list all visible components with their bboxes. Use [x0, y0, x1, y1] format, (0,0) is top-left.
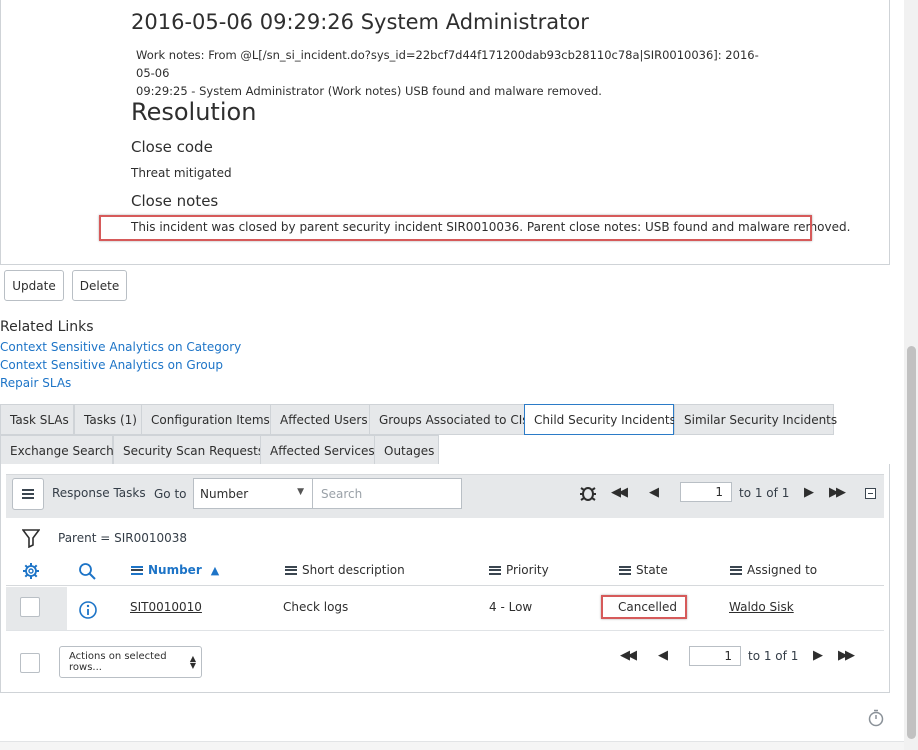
- prev-page-icon[interactable]: ◀: [649, 485, 659, 500]
- bottom-page-number-input[interactable]: 1: [689, 646, 741, 666]
- goto-field-select[interactable]: Number ▼: [193, 478, 313, 509]
- tab-task-slas[interactable]: Task SLAs: [0, 404, 74, 435]
- tab-tasks[interactable]: Tasks (1): [74, 404, 142, 435]
- tab-affected-users[interactable]: Affected Users: [270, 404, 370, 435]
- scrollbar-thumb[interactable]: [907, 346, 916, 739]
- bug-icon[interactable]: [578, 483, 598, 503]
- close-notes-label: Close notes: [131, 192, 219, 210]
- timer-icon[interactable]: [867, 709, 885, 727]
- column-menu-icon: [131, 565, 143, 575]
- column-menu-icon: [489, 565, 501, 575]
- column-header-number[interactable]: Number ▲: [131, 563, 219, 577]
- goto-field-value: Number: [200, 486, 249, 501]
- first-page-icon[interactable]: ◀◀: [611, 485, 628, 500]
- row-assigned-to-link[interactable]: Waldo Sisk: [729, 600, 794, 614]
- tab-outages[interactable]: Outages: [374, 435, 439, 466]
- last-page-icon[interactable]: ▶▶: [838, 648, 855, 663]
- actions-select[interactable]: Actions on selected rows... ▲ ▼: [59, 646, 202, 678]
- info-icon[interactable]: [78, 600, 98, 620]
- update-button[interactable]: Update: [4, 270, 64, 301]
- resolution-heading: Resolution: [131, 98, 257, 126]
- column-menu-icon: [730, 565, 742, 575]
- close-code-label: Close code: [131, 138, 213, 156]
- hamburger-icon: [22, 489, 34, 499]
- select-all-checkbox[interactable]: [20, 653, 40, 673]
- work-notes-text: Work notes: From @L[/sn_si_incident.do?s…: [136, 46, 776, 100]
- last-page-icon[interactable]: ▶▶: [829, 485, 846, 500]
- column-label-state: State: [636, 563, 668, 577]
- sort-asc-icon: ▲: [210, 563, 220, 577]
- column-header-short-description[interactable]: Short description: [285, 563, 405, 577]
- actions-select-label: Actions on selected rows...: [69, 651, 167, 673]
- column-header-state[interactable]: State: [619, 563, 668, 577]
- list-title: Response Tasks: [52, 486, 146, 500]
- work-notes-line-1: Work notes: From @L[/sn_si_incident.do?s…: [136, 48, 759, 80]
- next-page-icon[interactable]: ▶: [804, 485, 814, 500]
- first-page-icon[interactable]: ◀◀: [620, 648, 637, 663]
- row-state: Cancelled: [618, 600, 677, 614]
- delete-button[interactable]: Delete: [72, 270, 127, 301]
- filter-icon[interactable]: [22, 528, 40, 548]
- header-divider: [6, 585, 884, 586]
- bottom-page-total-text: to 1 of 1: [748, 649, 799, 663]
- column-header-priority[interactable]: Priority: [489, 563, 549, 577]
- row-divider: [6, 630, 884, 631]
- list-menu-button[interactable]: [12, 478, 44, 510]
- related-link-group-analytics[interactable]: Context Sensitive Analytics on Group: [0, 358, 223, 372]
- tab-configuration-items[interactable]: Configuration Items: [141, 404, 271, 435]
- tab-affected-services[interactable]: Affected Services: [260, 435, 375, 466]
- column-label-assigned-to: Assigned to: [747, 563, 818, 577]
- tab-groups-associated-cis[interactable]: Groups Associated to CIs: [369, 404, 529, 435]
- activity-entry-header: 2016-05-06 09:29:26 System Administrator: [131, 10, 589, 34]
- row-checkbox[interactable]: [20, 597, 40, 617]
- list-search-input[interactable]: Search: [312, 478, 462, 509]
- related-links-title: Related Links: [0, 319, 94, 335]
- gear-icon[interactable]: [22, 562, 40, 580]
- filter-breadcrumb[interactable]: Parent = SIR0010038: [58, 531, 187, 545]
- tab-similar-security-incidents[interactable]: Similar Security Incidents: [674, 404, 837, 435]
- column-label-short-description: Short description: [302, 563, 405, 577]
- page-total-text: to 1 of 1: [739, 486, 790, 500]
- row-short-description: Check logs: [283, 600, 349, 614]
- tab-exchange-search[interactable]: Exchange Search: [0, 435, 114, 466]
- related-link-repair-slas[interactable]: Repair SLAs: [0, 376, 71, 390]
- row-number-link[interactable]: SIT0010010: [130, 600, 202, 614]
- page-number-input[interactable]: 1: [680, 482, 732, 502]
- related-link-category-analytics[interactable]: Context Sensitive Analytics on Category: [0, 340, 241, 354]
- next-page-icon[interactable]: ▶: [813, 648, 823, 663]
- select-arrows-icon: ▲ ▼: [189, 654, 196, 670]
- column-menu-icon: [285, 565, 297, 575]
- column-label-number: Number: [148, 563, 202, 577]
- close-notes-value: This incident was closed by parent secur…: [131, 220, 851, 234]
- prev-page-icon[interactable]: ◀: [658, 648, 668, 663]
- column-header-assigned-to[interactable]: Assigned to: [730, 563, 817, 577]
- bottom-strip: [0, 741, 904, 750]
- column-label-priority: Priority: [506, 563, 549, 577]
- collapse-icon[interactable]: [865, 488, 876, 499]
- tab-child-security-incidents[interactable]: Child Security Incidents: [524, 404, 676, 435]
- row-priority: 4 - Low: [489, 600, 533, 614]
- column-menu-icon: [619, 565, 631, 575]
- search-icon[interactable]: [78, 562, 96, 580]
- tab-security-scan-requests[interactable]: Security Scan Requests: [113, 435, 264, 466]
- goto-label: Go to: [154, 487, 187, 501]
- close-code-value: Threat mitigated: [131, 166, 232, 180]
- dropdown-arrow-icon: ▼: [297, 487, 304, 497]
